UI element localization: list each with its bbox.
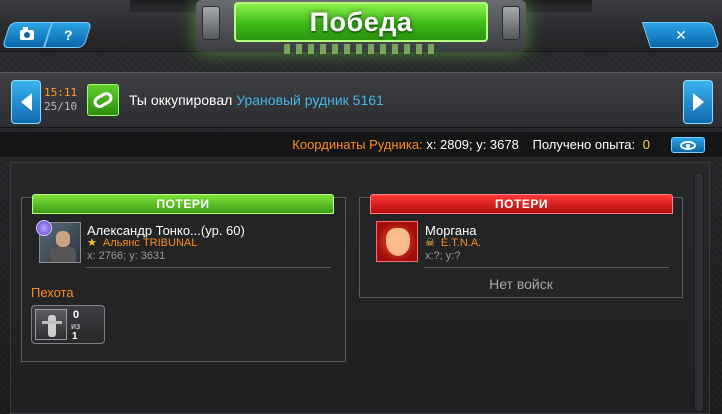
defender-coords: x:?; y:? xyxy=(425,250,461,262)
event-prefix: Ты оккупировал xyxy=(129,92,233,108)
infantry-unit-image xyxy=(35,309,67,340)
frame-bolt-icon xyxy=(502,6,520,40)
view-on-map-button[interactable] xyxy=(671,137,705,153)
target-link[interactable]: Урановый рудник 5161 xyxy=(236,92,384,108)
attacker-losses-header: ПОТЕРИ xyxy=(32,194,334,214)
divider xyxy=(424,267,669,268)
event-message: Ты оккупировал Урановый рудник 5161 xyxy=(129,92,384,108)
divider xyxy=(86,267,331,268)
xp-label: Получено опыта: xyxy=(532,137,636,152)
unit-lost-count: 0 xyxy=(73,309,80,321)
event-time: 15:11 xyxy=(44,86,78,99)
mine-coords-label: Координаты Рудника: xyxy=(292,137,423,152)
page-title: Победа xyxy=(309,6,413,37)
defender-avatar[interactable] xyxy=(376,221,418,262)
rank-badge-icon xyxy=(36,220,52,236)
xp-value: 0 xyxy=(642,137,650,152)
avatar-head xyxy=(56,231,70,247)
attacker-coords: x: 2766; y: 3631 xyxy=(87,250,166,262)
event-type-icon xyxy=(87,84,119,116)
avatar-body xyxy=(50,247,76,262)
unit-of-label: из xyxy=(71,321,81,331)
help-label: ? xyxy=(63,27,73,43)
close-button[interactable]: ✕ xyxy=(641,22,721,48)
star-icon: ★ xyxy=(87,237,97,249)
previous-event-button[interactable] xyxy=(11,80,41,124)
attacker-alliance-row: ★ Альянс TRIBUNAL xyxy=(87,236,197,249)
eye-icon xyxy=(680,140,696,150)
lion-emblem-icon xyxy=(386,228,410,256)
frame-bolt-icon xyxy=(202,6,220,40)
unit-total-count: 1 xyxy=(72,331,78,342)
arrow-right-icon xyxy=(692,93,704,111)
mine-coords: Координаты Рудника: x: 2809; y: 3678 Пол… xyxy=(292,137,650,152)
infantry-section-title: Пехота xyxy=(31,285,74,300)
defender-losses-header: ПОТЕРИ xyxy=(370,194,673,214)
title-plate: Победа xyxy=(234,2,488,42)
defender-alliance-row: ☠ E.T.N.A. xyxy=(425,236,481,249)
mine-coords-value: x: 2809; y: 3678 xyxy=(426,137,519,152)
skull-icon: ☠ xyxy=(425,237,435,249)
arrow-left-icon xyxy=(20,93,32,111)
camera-icon xyxy=(20,30,34,40)
title-plaque: Победа xyxy=(196,0,526,60)
attacker-alliance[interactable]: Альянс TRIBUNAL xyxy=(103,237,197,249)
title-decoration xyxy=(284,44,438,54)
chain-link-icon xyxy=(91,89,115,111)
next-event-button[interactable] xyxy=(683,80,713,124)
unit-card[interactable]: 0 из 1 xyxy=(31,305,105,344)
scrollbar[interactable] xyxy=(694,172,704,412)
close-icon: ✕ xyxy=(675,26,687,43)
defender-alliance[interactable]: E.T.N.A. xyxy=(441,237,481,249)
event-date: 25/10 xyxy=(44,100,78,113)
soldier-icon xyxy=(42,315,62,337)
no-troops-label: Нет войск xyxy=(489,276,553,292)
